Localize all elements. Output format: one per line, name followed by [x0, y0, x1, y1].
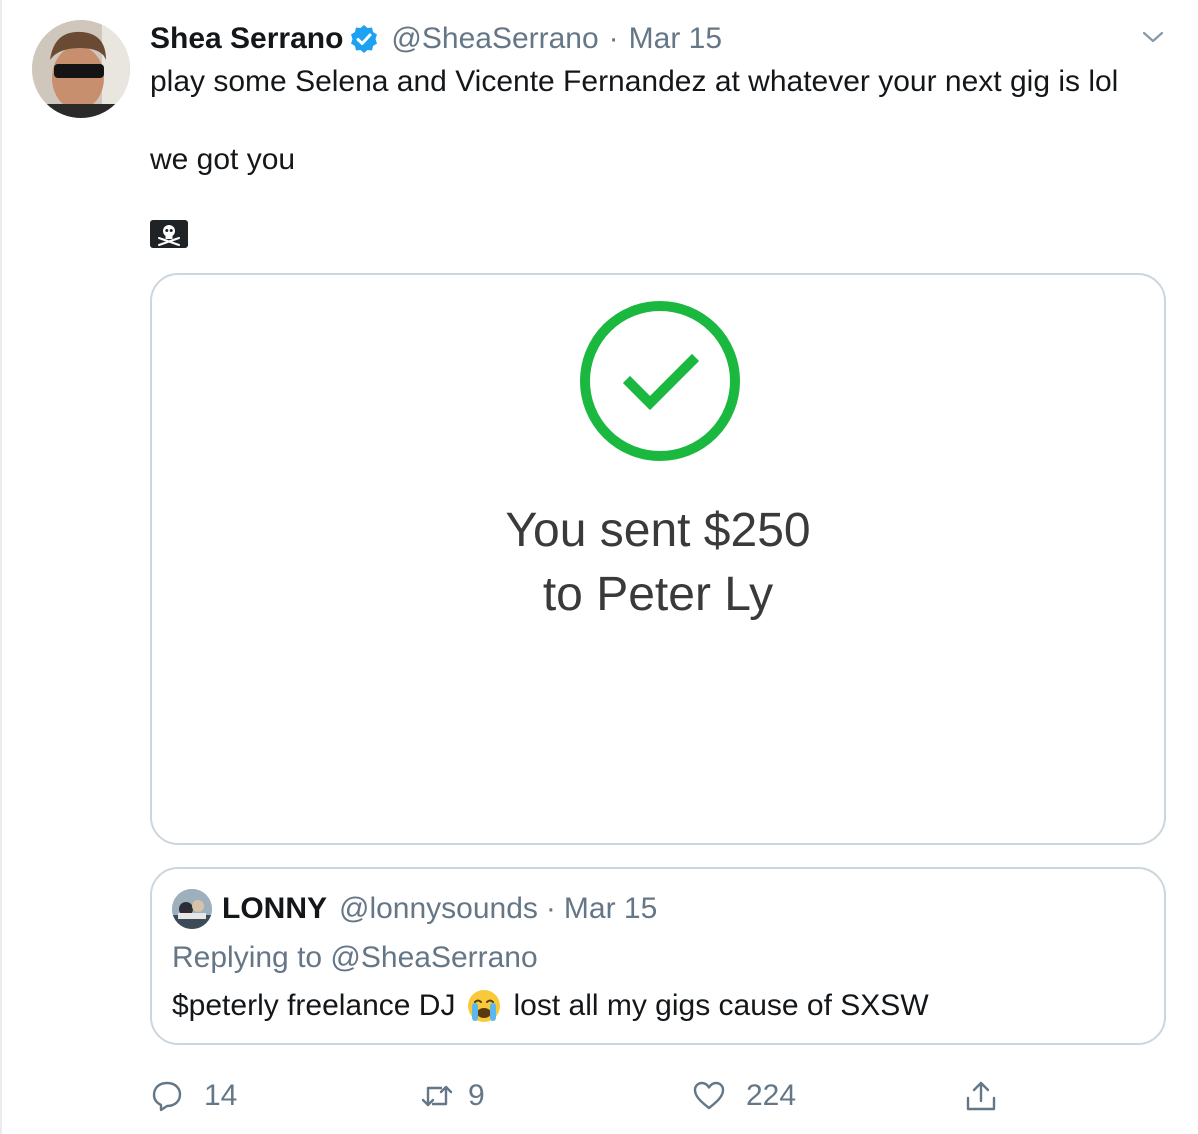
- quoted-author-avatar: [172, 889, 212, 929]
- tweet-text-line1: play some Selena and Vicente Fernandez a…: [150, 65, 1119, 98]
- reply-icon: [152, 1081, 182, 1112]
- chevron-down-icon[interactable]: [1140, 24, 1166, 50]
- reply-count: 14: [204, 1079, 238, 1112]
- author-name[interactable]: Shea Serrano: [150, 22, 343, 56]
- retweet-count: 9: [468, 1079, 485, 1112]
- retweet-button[interactable]: 9: [420, 1074, 485, 1118]
- like-button[interactable]: 224: [692, 1074, 796, 1118]
- replying-to-text: Replying to @SheaSerrano: [172, 941, 538, 974]
- author-avatar[interactable]: [32, 20, 130, 118]
- quoted-text-before-emoji: $peterly freelance DJ: [172, 989, 456, 1022]
- share-button[interactable]: [964, 1074, 998, 1118]
- crying-face-emoji: [467, 989, 501, 1023]
- quoted-tweet-header: LONNY @lonnysounds · Mar 15: [222, 889, 657, 929]
- quoted-tweet-text: $peterly freelance DJ lost all my gigs c…: [172, 989, 929, 1023]
- skull-crossbones-emoji: [150, 220, 188, 248]
- reply-button[interactable]: 14: [150, 1074, 237, 1118]
- quoted-author-handle: @lonnysounds: [339, 892, 538, 925]
- checkmark-circle-icon: [578, 299, 742, 463]
- quoted-header-separator: ·: [545, 892, 556, 925]
- quoted-text-after-emoji: lost all my gigs cause of SXSW: [513, 989, 929, 1022]
- tweet-date[interactable]: Mar 15: [629, 22, 722, 56]
- quoted-tweet-date: Mar 15: [563, 892, 658, 925]
- share-icon: [966, 1081, 996, 1111]
- quoted-author-name: LONNY: [222, 892, 327, 925]
- author-handle[interactable]: @SheaSerrano: [391, 22, 598, 56]
- quoted-tweet-card[interactable]: LONNY @lonnysounds · Mar 15 Replying to …: [150, 867, 1166, 1045]
- payment-amount-text: You sent $250: [505, 504, 811, 557]
- header-separator: ·: [608, 22, 619, 55]
- like-count: 224: [746, 1079, 797, 1112]
- retweet-icon: [421, 1085, 453, 1107]
- payment-recipient-text: to Peter Ly: [542, 568, 774, 621]
- like-icon: [693, 1081, 725, 1110]
- media-card[interactable]: You sent $250 to Peter Ly: [150, 273, 1166, 845]
- tweet-header: Shea Serrano @SheaSerrano · Mar 15: [150, 20, 722, 58]
- tweet-text-line2: we got you: [150, 143, 296, 176]
- timeline-border: [0, 0, 2, 1134]
- verified-badge-icon: [349, 24, 379, 54]
